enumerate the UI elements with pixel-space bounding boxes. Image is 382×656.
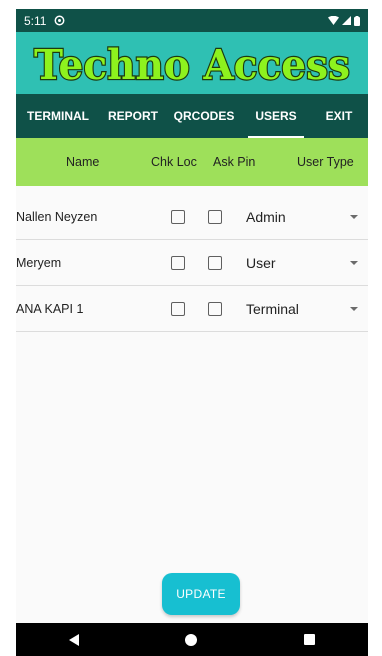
status-bar: 5:11 (16, 9, 368, 32)
wifi-icon (328, 16, 339, 25)
user-name: Nallen Neyzen (16, 209, 98, 224)
signal-icon (342, 16, 351, 25)
header-ask-pin: Ask Pin (213, 155, 256, 169)
chk-loc-checkbox[interactable] (171, 301, 185, 316)
user-name: Meryem (16, 255, 62, 270)
ask-pin-checkbox[interactable] (208, 255, 222, 270)
app-banner: Techno Access (16, 32, 368, 94)
ask-pin-checkbox[interactable] (208, 301, 222, 316)
table-row: Nallen Neyzen Admin (16, 194, 368, 240)
header-name: Name (66, 155, 100, 169)
header-user-type: User Type (297, 155, 354, 169)
system-nav-bar (16, 623, 368, 656)
tab-bar: TERMINAL REPORT QRCODES USERS EXIT (16, 94, 368, 138)
app-title: Techno Access (34, 41, 350, 89)
user-type-select[interactable]: Terminal (246, 301, 299, 317)
tab-exit[interactable]: EXIT (310, 94, 368, 138)
user-type-select[interactable]: User (246, 255, 276, 271)
battery-icon (354, 15, 360, 26)
chk-loc-checkbox[interactable] (171, 255, 185, 270)
user-list: Nallen Neyzen Admin Meryem User ANA KAPI… (16, 194, 368, 332)
recents-icon[interactable] (303, 634, 315, 645)
status-indicators (328, 15, 360, 26)
tab-report[interactable]: REPORT (100, 94, 166, 138)
ask-pin-checkbox[interactable] (208, 209, 222, 224)
user-name: ANA KAPI 1 (16, 301, 84, 316)
table-header: Name Chk Loc Ask Pin User Type (16, 138, 368, 186)
tab-terminal[interactable]: TERMINAL (16, 94, 100, 138)
header-chk-loc: Chk Loc (151, 155, 197, 169)
home-icon[interactable] (185, 633, 198, 646)
tab-users[interactable]: USERS (242, 94, 310, 138)
back-icon[interactable] (69, 633, 80, 646)
sync-icon (54, 15, 65, 26)
dropdown-arrow-icon[interactable] (350, 260, 358, 265)
table-row: ANA KAPI 1 Terminal (16, 286, 368, 332)
status-time: 5:11 (24, 13, 47, 28)
dropdown-arrow-icon[interactable] (350, 306, 358, 311)
tab-qrcodes[interactable]: QRCODES (166, 94, 242, 138)
dropdown-arrow-icon[interactable] (350, 214, 358, 219)
table-row: Meryem User (16, 240, 368, 286)
update-button[interactable]: UPDATE (162, 573, 240, 615)
app-screen: 5:11 Techno Access TERMINAL REPORT QRCOD… (16, 9, 368, 656)
chk-loc-checkbox[interactable] (171, 209, 185, 224)
user-type-select[interactable]: Admin (246, 209, 286, 225)
